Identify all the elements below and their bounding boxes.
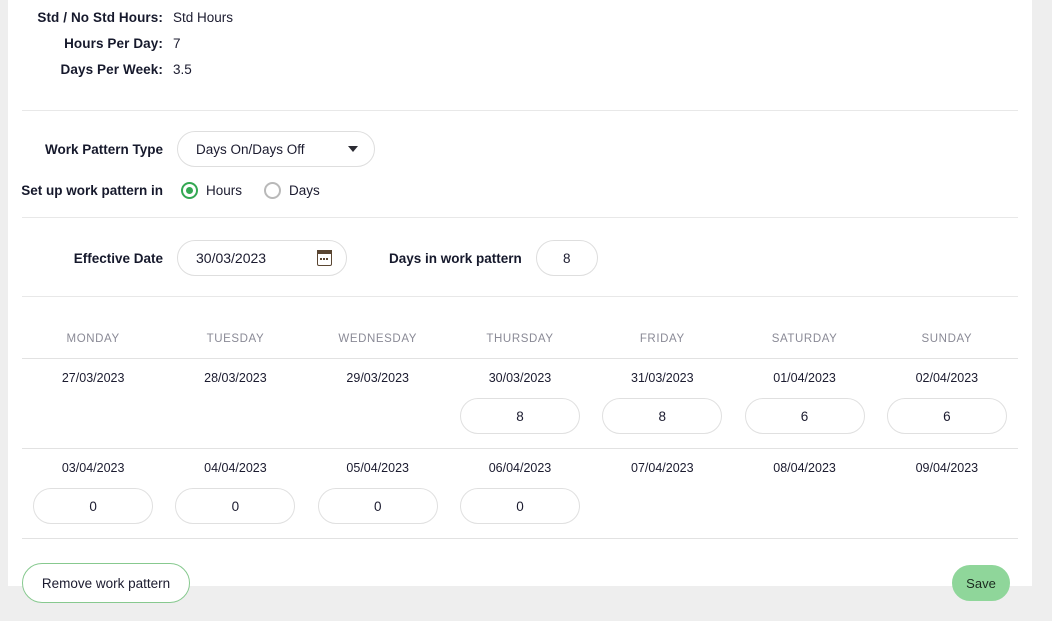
day-header-saturday: SATURDAY [771, 333, 838, 345]
day-date: 02/04/2023 [915, 371, 979, 385]
day-date: 07/04/2023 [631, 461, 694, 475]
work-pattern-type-value: Days On/Days Off [196, 141, 305, 157]
summary-label: Hours Per Day: [64, 36, 163, 51]
day-cell: 27/03/2023 [22, 371, 164, 434]
day-date: 27/03/2023 [61, 371, 125, 385]
radio-option-hours[interactable]: Hours [181, 182, 242, 199]
day-header-wednesday: WEDNESDAY [338, 333, 418, 345]
days-in-pattern-value: 8 [563, 250, 571, 266]
setup-unit-radio-group: Hours Days [181, 182, 342, 199]
day-date: 28/03/2023 [204, 371, 267, 385]
work-pattern-type-select[interactable]: Days On/Days Off [177, 131, 375, 167]
day-cell: 08/04/2023 [733, 461, 875, 524]
work-pattern-type-section: Work Pattern Type Days On/Days Off Set u… [8, 111, 1032, 199]
hours-input[interactable]: 0 [317, 488, 438, 524]
effective-date-value: 30/03/2023 [196, 250, 267, 266]
effective-date-section: Effective Date 30/03/2023 Days in work p… [8, 218, 1032, 276]
hours-input[interactable]: 0 [33, 488, 154, 524]
day-date: 29/03/2023 [346, 371, 409, 385]
day-header-friday: FRIDAY [639, 333, 685, 345]
divider-above-table [22, 296, 1018, 297]
day-date: 08/04/2023 [773, 461, 836, 475]
summary-value: 3.5 [173, 62, 192, 77]
day-header-tuesday: TUESDAY [206, 333, 265, 345]
footer-actions: Remove work pattern Save [8, 539, 1032, 621]
setup-unit-row: Set up work pattern in Hours Days [8, 182, 1032, 199]
day-date: 06/04/2023 [488, 461, 552, 475]
day-cell: 30/03/2023 8 [449, 371, 591, 434]
day-date: 30/03/2023 [488, 371, 552, 385]
summary-row-std-hours: Std / No Std Hours: Std Hours [8, 10, 1032, 36]
day-date: 09/04/2023 [915, 461, 979, 475]
day-header-sunday: SUNDAY [921, 333, 973, 345]
setup-unit-label: Set up work pattern in [21, 183, 163, 198]
day-header-monday: MONDAY [66, 333, 120, 345]
day-date: 31/03/2023 [631, 371, 694, 385]
radio-unselected-icon [264, 182, 282, 199]
summary-row-hours-per-day: Hours Per Day: 7 [8, 36, 1032, 62]
work-pattern-type-label: Work Pattern Type [44, 141, 163, 157]
hours-input[interactable]: 6 [744, 398, 865, 434]
table-header-row: MONDAY TUESDAY WEDNESDAY THURSDAY FRIDAY… [22, 319, 1018, 358]
table-row: 27/03/2023 28/03/2023 29/03/2023 30/03/2… [22, 359, 1018, 448]
table-row: 03/04/2023 0 04/04/2023 0 05/04/2023 0 0… [22, 449, 1018, 538]
day-cell: 01/04/2023 6 [733, 371, 875, 434]
remove-work-pattern-button[interactable]: Remove work pattern [22, 563, 190, 603]
work-pattern-card: Std / No Std Hours: Std Hours Hours Per … [8, 0, 1032, 603]
work-pattern-type-row: Work Pattern Type Days On/Days Off [8, 131, 1032, 167]
summary-label: Days Per Week: [60, 62, 163, 77]
page: Std / No Std Hours: Std Hours Hours Per … [0, 0, 1052, 603]
work-pattern-table: MONDAY TUESDAY WEDNESDAY THURSDAY FRIDAY… [8, 319, 1032, 539]
day-date: 01/04/2023 [773, 371, 836, 385]
hours-input[interactable]: 6 [886, 398, 1007, 434]
radio-selected-icon [181, 182, 198, 199]
summary-value: Std Hours [173, 10, 234, 25]
day-header-thursday: THURSDAY [486, 333, 554, 345]
radio-option-hours-label: Hours [206, 183, 243, 198]
effective-date-input[interactable]: 30/03/2023 [177, 240, 347, 276]
hours-input[interactable]: 0 [175, 488, 296, 524]
day-cell: 28/03/2023 [164, 371, 306, 434]
effective-date-row: Effective Date 30/03/2023 Days in work p… [8, 240, 1032, 276]
days-in-pattern-label: Days in work pattern [389, 250, 522, 266]
summary-block: Std / No Std Hours: Std Hours Hours Per … [8, 0, 1032, 88]
day-cell: 09/04/2023 [876, 461, 1018, 524]
days-in-pattern-input[interactable]: 8 [535, 240, 598, 276]
day-date: 03/04/2023 [61, 461, 125, 475]
effective-date-label: Effective Date [73, 250, 163, 266]
summary-label: Std / No Std Hours: [37, 10, 163, 25]
summary-row-days-per-week: Days Per Week: 3.5 [8, 62, 1032, 88]
calendar-icon[interactable] [316, 250, 332, 266]
summary-value: 7 [173, 36, 181, 51]
chevron-down-icon [348, 146, 358, 152]
day-date: 04/04/2023 [204, 461, 267, 475]
day-cell: 05/04/2023 0 [307, 461, 449, 524]
day-cell: 06/04/2023 0 [449, 461, 591, 524]
hours-input[interactable]: 0 [459, 488, 580, 524]
radio-option-days[interactable]: Days [264, 182, 320, 199]
hours-input[interactable]: 8 [602, 398, 723, 434]
day-cell: 31/03/2023 8 [591, 371, 733, 434]
hours-input[interactable]: 8 [459, 398, 580, 434]
save-button[interactable]: Save [952, 565, 1010, 601]
day-cell: 29/03/2023 [307, 371, 449, 434]
day-cell: 03/04/2023 0 [22, 461, 164, 524]
day-cell: 02/04/2023 6 [876, 371, 1018, 434]
radio-option-days-label: Days [289, 183, 320, 198]
day-cell: 04/04/2023 0 [164, 461, 306, 524]
day-cell: 07/04/2023 [591, 461, 733, 524]
day-date: 05/04/2023 [346, 461, 409, 475]
